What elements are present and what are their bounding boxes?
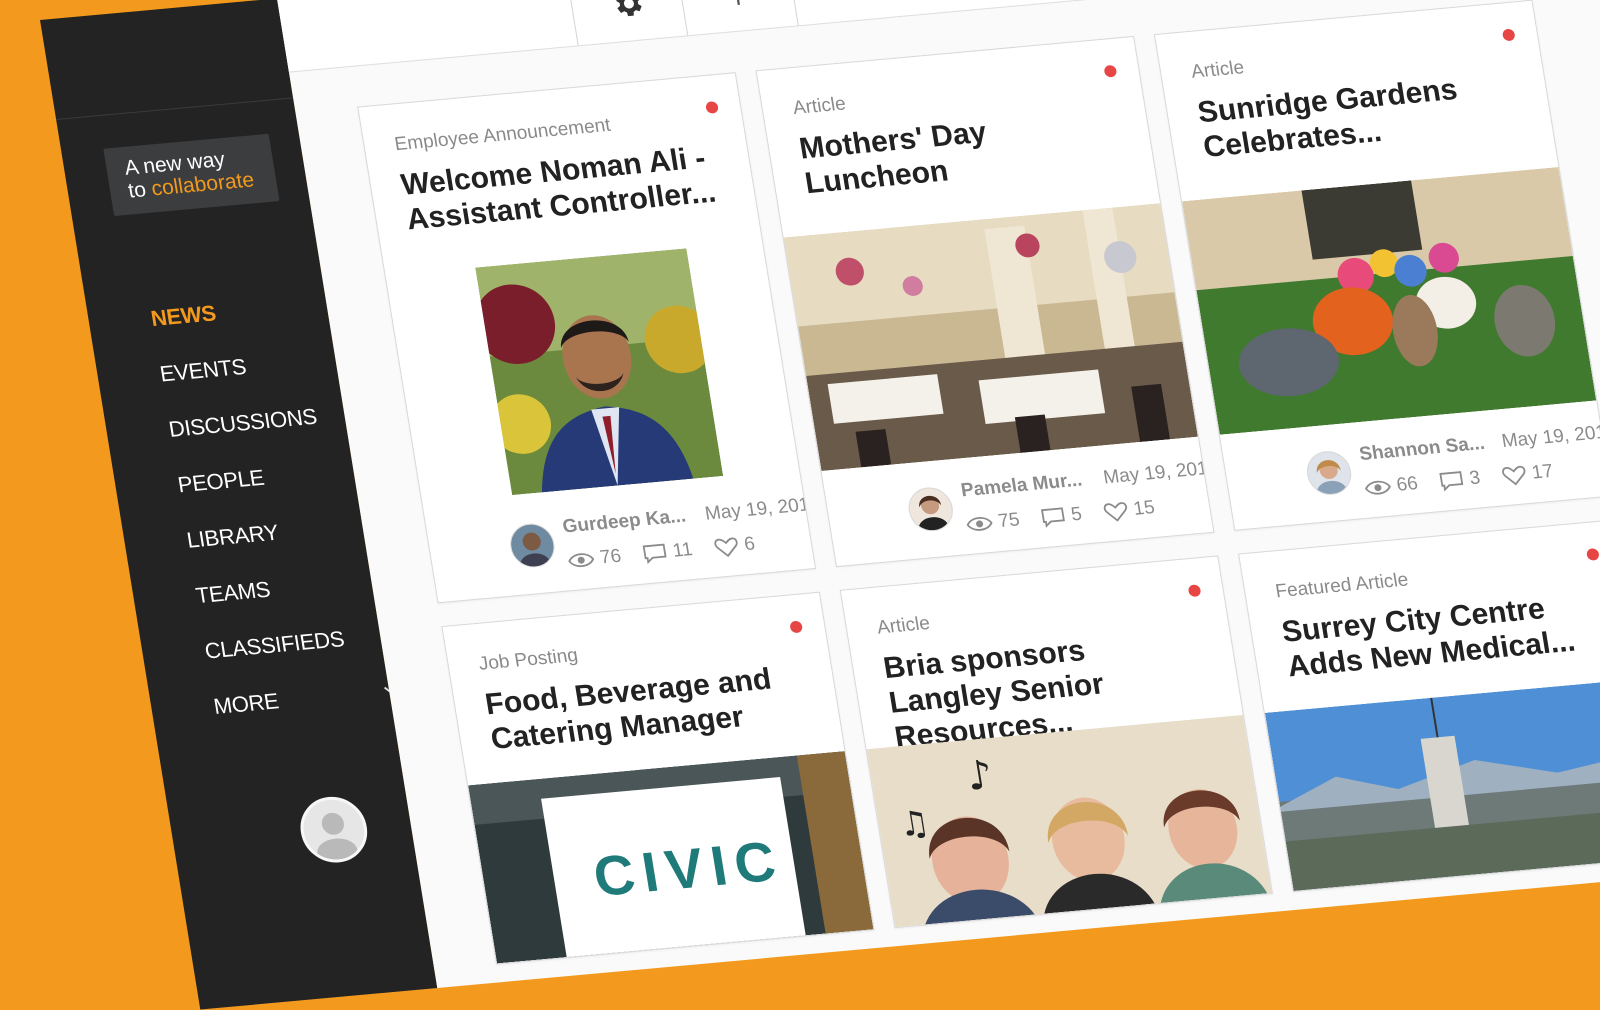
nav-item-label: CLASSIFIEDS	[202, 626, 347, 664]
card-category: Article	[875, 612, 932, 639]
card-image	[783, 203, 1198, 472]
tagline-logo: A new way to collaborate	[103, 133, 280, 217]
card-title[interactable]: Welcome Noman Ali - Assistant Controller…	[398, 139, 728, 237]
nav-item-label: DISCUSSIONS	[166, 403, 319, 442]
comments-stat[interactable]: 3	[1438, 467, 1482, 492]
comments-count: 11	[671, 539, 695, 562]
unread-dot	[1187, 584, 1202, 598]
app-window: A new way to collaborate NEWS EVENTS DIS…	[40, 0, 1600, 1010]
card-image: CIVIC	[468, 751, 874, 964]
likes-count: 6	[742, 533, 757, 556]
heart-icon	[1500, 463, 1527, 487]
unread-dot	[1585, 547, 1600, 561]
nav-item-label: TEAMS	[193, 576, 272, 609]
card-title[interactable]: Mothers' Day Luncheon	[797, 103, 1127, 201]
unread-dot	[1501, 28, 1516, 42]
card-category: Article	[791, 93, 848, 120]
sidebar-header	[40, 0, 294, 120]
likes-stat[interactable]: 15	[1102, 497, 1156, 523]
nav-item-label: LIBRARY	[184, 519, 281, 553]
settings-button[interactable]	[565, 0, 689, 46]
card-image	[1181, 166, 1597, 435]
pin-button[interactable]	[675, 0, 799, 36]
views-count: 66	[1395, 473, 1420, 496]
likes-count: 17	[1530, 460, 1555, 484]
unread-dot	[1103, 64, 1118, 78]
views-stat: 75	[965, 509, 1021, 536]
comments-stat[interactable]: 11	[641, 539, 694, 565]
nav-item-label: NEWS	[149, 300, 218, 332]
card-stats: 75 5 15	[965, 496, 1171, 536]
post-date: May 19, 2017	[1101, 457, 1215, 489]
likes-stat[interactable]: 6	[713, 533, 757, 558]
author-avatar[interactable]	[905, 485, 957, 534]
news-card[interactable]: Job Posting Food, Beverage and Catering …	[441, 591, 875, 965]
author-name[interactable]: Gurdeep Ka...	[561, 506, 688, 539]
comment-icon	[1438, 470, 1465, 492]
author-name[interactable]: Shannon Sa...	[1358, 433, 1487, 466]
news-card[interactable]: Article Bria sponsors Langley Senior Res…	[839, 555, 1273, 929]
svg-text:♫: ♫	[896, 803, 933, 845]
card-title[interactable]: Sunridge Gardens Celebrates...	[1195, 67, 1525, 165]
card-category: Article	[1189, 57, 1246, 83]
card-title[interactable]: Food, Beverage and Catering Manager	[483, 659, 813, 757]
likes-stat[interactable]: 17	[1500, 460, 1555, 487]
heart-icon	[713, 535, 740, 559]
author-avatar[interactable]	[1303, 449, 1355, 497]
views-count: 75	[996, 509, 1022, 533]
unread-dot	[789, 620, 804, 634]
comments-stat[interactable]: 5	[1040, 504, 1084, 529]
nav-item-label: PEOPLE	[175, 464, 266, 498]
views-count: 76	[598, 545, 623, 569]
card-title[interactable]: Surrey City Centre Adds New Medical...	[1279, 586, 1600, 684]
pin-icon	[720, 0, 755, 10]
post-date: May 19, 2017	[703, 493, 817, 525]
news-card[interactable]: Article Mothers' Day Luncheon Pamela Mur…	[755, 35, 1215, 568]
user-avatar[interactable]	[295, 794, 372, 866]
views-stat: 76	[567, 546, 623, 573]
card-category: Job Posting	[477, 644, 580, 675]
card-image	[1264, 678, 1600, 891]
likes-count: 15	[1131, 497, 1157, 520]
main-content: Employee Announcement Welcome Noman Ali …	[277, 0, 1600, 988]
news-card[interactable]: Employee Announcement Welcome Noman Ali …	[357, 72, 817, 604]
card-image: ♪ ♫	[866, 714, 1272, 928]
eye-icon	[567, 550, 596, 570]
author-name[interactable]: Pamela Mur...	[959, 470, 1083, 503]
eye-icon	[965, 514, 994, 534]
card-image	[475, 248, 724, 496]
eye-icon	[1364, 478, 1393, 498]
nav-item-label: EVENTS	[158, 353, 248, 387]
news-card[interactable]: Featured Article Surrey City Centre Adds…	[1238, 519, 1600, 893]
author-avatar[interactable]	[506, 521, 558, 570]
card-stats: 76 11 6	[567, 532, 771, 572]
nav-item-label: MORE	[211, 688, 281, 719]
comments-count: 5	[1069, 503, 1084, 526]
comments-count: 3	[1467, 467, 1482, 490]
unread-dot	[705, 100, 719, 114]
news-card[interactable]: Article Sunridge Gardens Celebrates... S…	[1153, 0, 1600, 531]
comment-icon	[642, 542, 669, 565]
comment-icon	[1040, 506, 1067, 528]
card-stats: 66 3 17	[1363, 460, 1569, 500]
views-stat: 66	[1363, 473, 1420, 500]
card-category: Employee Announcement	[393, 114, 613, 156]
post-date: May 19, 2017	[1500, 420, 1600, 453]
card-category: Featured Article	[1273, 569, 1410, 603]
heart-icon	[1102, 500, 1129, 524]
gear-icon	[608, 0, 647, 22]
